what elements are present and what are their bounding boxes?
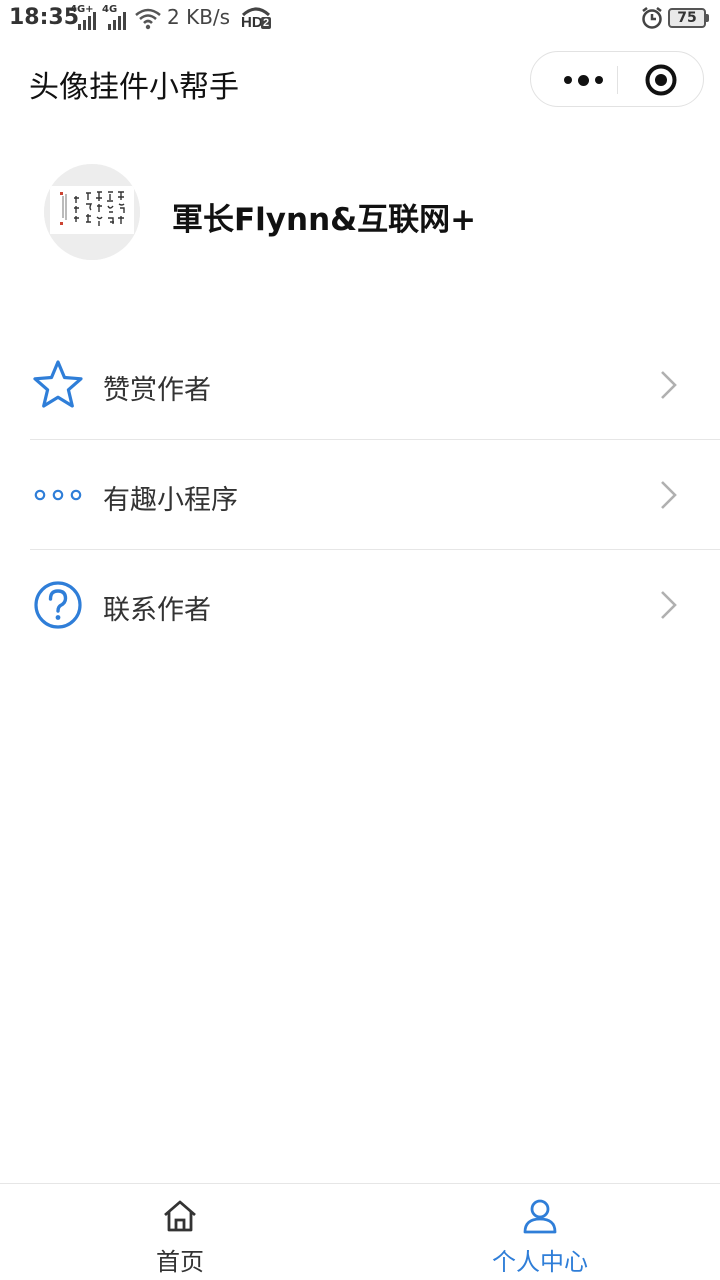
menu-item-label: 赞赏作者 [103, 375, 211, 406]
star-icon [30, 357, 86, 413]
signal-4g-plus-icon: 4G+ [70, 4, 98, 30]
menu-item-contact-author[interactable]: 联系作者 [0, 550, 720, 660]
three-dots-icon [30, 467, 86, 523]
menu-item-label: 联系作者 [103, 595, 211, 626]
alarm-icon [642, 7, 662, 29]
chevron-right-icon [661, 371, 677, 399]
avatar[interactable] [44, 164, 140, 260]
hd-voice-icon: HD 2 [240, 5, 272, 31]
more-dots-icon[interactable] [553, 52, 613, 108]
battery-indicator: 75 [668, 8, 709, 28]
chevron-right-icon [661, 481, 677, 509]
tab-bar: 首页 个人中心 [0, 1183, 720, 1280]
calligraphy-avatar-image [44, 164, 140, 260]
signal-4g-icon: 4G [102, 4, 130, 30]
tab-home[interactable]: 首页 [0, 1184, 360, 1280]
chevron-right-icon [661, 591, 677, 619]
navigation-bar: 头像挂件小帮手 [0, 44, 720, 116]
status-bar: 18:35 4G+ 4G 2 KB/s HD 2 75 [0, 0, 720, 38]
home-icon [164, 1200, 196, 1232]
page-title: 头像挂件小帮手 [29, 70, 239, 105]
menu-item-reward-author[interactable]: 赞赏作者 [0, 330, 720, 440]
network-speed: 2 KB/s [167, 5, 231, 29]
user-nickname: 軍长Flynn&互联网+ [172, 202, 477, 238]
hd-sub-label: 2 [261, 17, 272, 29]
menu-list: 赞赏作者 有趣小程序 联系作者 [0, 330, 720, 660]
question-circle-icon [30, 577, 86, 633]
menu-item-label: 有趣小程序 [103, 485, 238, 516]
capsule-menu [530, 51, 704, 107]
target-close-icon[interactable] [645, 64, 677, 96]
hd-label: HD [241, 14, 263, 31]
mini-program-profile-page: 18:35 4G+ 4G 2 KB/s HD 2 75 头像挂件小帮手 軍长Fl… [0, 0, 720, 1280]
menu-item-fun-mini-programs[interactable]: 有趣小程序 [0, 440, 720, 550]
profile-header: 軍长Flynn&互联网+ [0, 160, 720, 265]
person-icon [523, 1199, 557, 1234]
tab-label: 个人中心 [492, 1248, 588, 1276]
tab-personal-center[interactable]: 个人中心 [360, 1184, 720, 1280]
wifi-icon [135, 8, 161, 30]
capsule-divider [617, 66, 618, 94]
status-time: 18:35 [9, 5, 80, 30]
tab-label: 首页 [156, 1248, 204, 1276]
